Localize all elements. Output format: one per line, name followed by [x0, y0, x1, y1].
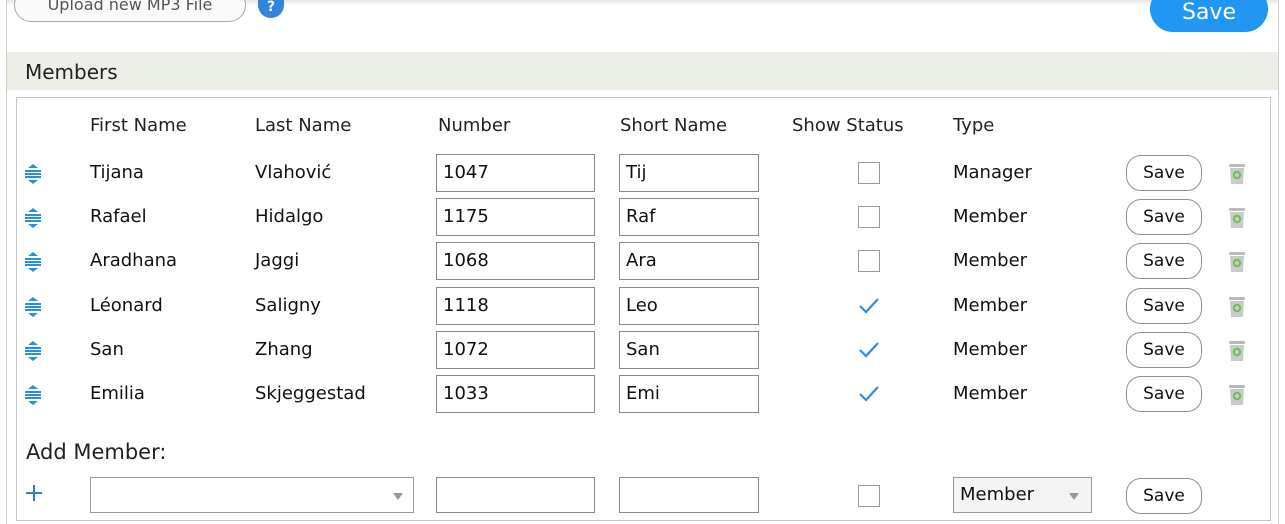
chevron-down-icon: [1069, 493, 1079, 500]
upload-mp3-button[interactable]: Upload new MP3 File: [14, 0, 246, 22]
first-name-cell: Aradhana: [90, 250, 178, 271]
drag-handle-icon[interactable]: [24, 252, 42, 272]
type-cell: Member: [953, 339, 1028, 360]
number-input[interactable]: 1047: [436, 154, 595, 192]
last-name-cell: Zhang: [255, 339, 313, 360]
number-input[interactable]: 1033: [436, 375, 595, 413]
drag-handle-icon[interactable]: [24, 341, 42, 361]
type-cell: Member: [953, 206, 1028, 227]
show-status-checkbox[interactable]: [858, 162, 880, 184]
short-name-input[interactable]: Ara: [619, 242, 759, 280]
members-panel: Upload new MP3 File ? Save Members First…: [0, 0, 1285, 524]
check-icon[interactable]: [856, 294, 882, 316]
trash-icon[interactable]: [1228, 296, 1246, 318]
number-input[interactable]: 1175: [436, 198, 595, 236]
new-show-status-checkbox[interactable]: [858, 485, 880, 507]
table-row: San Zhang 1072 San Member Save: [16, 328, 1271, 372]
add-member-label: Add Member:: [26, 440, 167, 464]
show-status-checkbox[interactable]: [858, 206, 880, 228]
plus-icon[interactable]: [25, 484, 43, 502]
last-name-cell: Skjeggestad: [255, 383, 366, 404]
number-input[interactable]: 1072: [436, 331, 595, 369]
table-row: Tijana Vlahović 1047 Tij Manager Save: [16, 151, 1271, 195]
type-cell: Member: [953, 295, 1028, 316]
show-status-checkbox[interactable]: [858, 250, 880, 272]
short-name-input[interactable]: San: [619, 331, 759, 369]
type-select-value: Member: [960, 484, 1035, 505]
new-type-select[interactable]: Member: [953, 477, 1092, 513]
short-name-input[interactable]: Emi: [619, 375, 759, 413]
short-name-input[interactable]: Leo: [619, 287, 759, 325]
drag-handle-icon[interactable]: [24, 385, 42, 405]
type-cell: Member: [953, 383, 1028, 404]
panel-right-border: [1278, 0, 1279, 524]
table-row: Rafael Hidalgo 1175 Raf Member Save: [16, 195, 1271, 239]
first-name-cell: San: [90, 339, 124, 360]
row-save-button[interactable]: Save: [1126, 288, 1202, 324]
header-first-name: First Name: [90, 115, 187, 136]
type-cell: Manager: [953, 162, 1032, 183]
check-icon[interactable]: [856, 382, 882, 404]
row-save-button[interactable]: Save: [1126, 243, 1202, 279]
save-button-top[interactable]: Save: [1150, 0, 1268, 32]
trash-icon[interactable]: [1228, 163, 1246, 185]
members-section-header: Members: [7, 52, 1278, 90]
last-name-cell: Jaggi: [255, 250, 300, 271]
number-input[interactable]: 1068: [436, 242, 595, 280]
last-name-cell: Saligny: [255, 295, 321, 316]
header-number: Number: [438, 115, 511, 136]
table-row: Aradhana Jaggi 1068 Ara Member Save: [16, 239, 1271, 283]
row-save-button[interactable]: Save: [1126, 332, 1202, 368]
trash-icon[interactable]: [1228, 340, 1246, 362]
table-row: Léonard Saligny 1118 Leo Member Save: [16, 284, 1271, 328]
header-type: Type: [953, 115, 995, 136]
drag-handle-icon[interactable]: [24, 297, 42, 317]
first-name-cell: Léonard: [90, 295, 163, 316]
add-member-row: Member Save: [16, 470, 1271, 514]
type-cell: Member: [953, 250, 1028, 271]
last-name-cell: Vlahović: [255, 162, 332, 183]
drag-handle-icon[interactable]: [24, 208, 42, 228]
header-last-name: Last Name: [255, 115, 352, 136]
trash-icon[interactable]: [1228, 251, 1246, 273]
first-name-cell: Emilia: [90, 383, 145, 404]
header-short-name: Short Name: [620, 115, 728, 136]
member-search-combobox[interactable]: [90, 477, 414, 513]
new-number-input[interactable]: [436, 477, 595, 513]
number-input[interactable]: 1118: [436, 287, 595, 325]
row-save-button[interactable]: Save: [1126, 199, 1202, 235]
first-name-cell: Tijana: [90, 162, 144, 183]
short-name-input[interactable]: Raf: [619, 198, 759, 236]
new-short-name-input[interactable]: [619, 477, 759, 513]
add-member-save-button[interactable]: Save: [1126, 478, 1202, 514]
first-name-cell: Rafael: [90, 206, 147, 227]
table-row: Emilia Skjeggestad 1033 Emi Member Save: [16, 372, 1271, 416]
short-name-input[interactable]: Tij: [619, 154, 759, 192]
drag-handle-icon[interactable]: [24, 164, 42, 184]
header-show-status: Show Status: [792, 115, 904, 136]
check-icon[interactable]: [856, 338, 882, 360]
help-icon[interactable]: ?: [258, 0, 284, 18]
section-title: Members: [25, 60, 118, 84]
chevron-down-icon: [393, 493, 403, 500]
row-save-button[interactable]: Save: [1126, 155, 1202, 191]
trash-icon[interactable]: [1228, 384, 1246, 406]
last-name-cell: Hidalgo: [255, 206, 324, 227]
row-save-button[interactable]: Save: [1126, 376, 1202, 412]
trash-icon[interactable]: [1228, 207, 1246, 229]
